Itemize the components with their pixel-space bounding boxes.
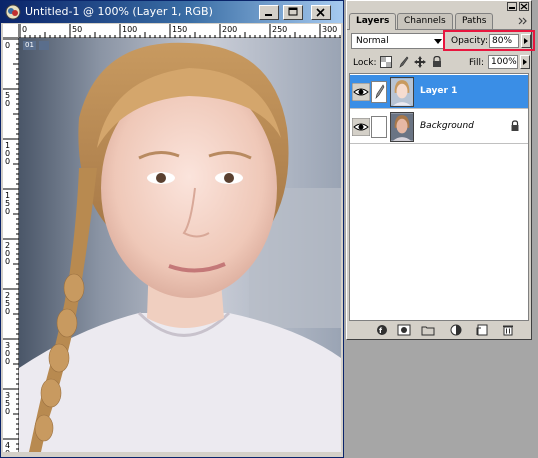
palette-close-icon[interactable]	[519, 2, 529, 11]
layer-link-box[interactable]	[371, 116, 387, 138]
layer-name[interactable]: Layer 1	[420, 86, 457, 96]
opacity-control: Opacity: 80%	[443, 30, 535, 51]
vertical-ruler[interactable]: 050100150200250300350400	[3, 38, 19, 458]
ruler-label: 300	[322, 25, 337, 34]
lock-icon	[511, 120, 519, 131]
slice-badge: 01	[23, 41, 36, 50]
ruler-label: 100	[122, 25, 137, 34]
layer-edit-indicator[interactable]	[371, 81, 387, 103]
layer-row-background[interactable]: Background	[350, 110, 528, 144]
ruler-corner[interactable]	[3, 24, 19, 38]
opacity-slider-button[interactable]	[521, 34, 531, 48]
image-canvas[interactable]: 01	[19, 38, 341, 452]
palette-menu-icon[interactable]	[517, 15, 529, 27]
layers-palette: Layers Channels Paths Normal Opacity: 80…	[346, 0, 535, 340]
chevron-down-icon	[434, 39, 442, 44]
brush-lock-icon[interactable]	[397, 56, 409, 68]
tab-layers[interactable]: Layers	[349, 13, 397, 30]
lock-transparency-icon[interactable]	[380, 56, 392, 68]
ruler-label: 0	[5, 449, 10, 452]
palette-footer: f	[347, 321, 531, 339]
fill-input[interactable]: 100%	[488, 55, 518, 69]
horizontal-ruler-ticks: 0 50 100 150 200 250 300	[19, 24, 341, 38]
tab-channels[interactable]: Channels	[397, 13, 453, 29]
minimize-icon	[265, 14, 272, 16]
lock-label: Lock:	[353, 58, 377, 68]
folder-icon[interactable]	[421, 324, 435, 336]
ruler-label: 0	[5, 99, 10, 108]
brush-icon	[375, 84, 385, 99]
new-layer-icon[interactable]	[475, 324, 489, 336]
ruler-label: 150	[172, 25, 187, 34]
background-thumbnail	[390, 112, 414, 142]
opacity-label: Opacity:	[451, 36, 488, 46]
ruler-label: 0	[5, 41, 10, 50]
layer-list: Layer 1 Background	[349, 73, 529, 321]
layer-row-layer-1[interactable]: Layer 1	[350, 75, 528, 109]
ruler-label: 0	[5, 207, 10, 216]
eye-icon[interactable]	[352, 118, 370, 136]
tab-paths[interactable]: Paths	[455, 13, 494, 29]
layer-style-icon[interactable]: f	[375, 324, 389, 336]
maximize-button[interactable]	[283, 5, 303, 20]
ruler-label: 250	[272, 25, 287, 34]
ruler-label: 0	[5, 257, 10, 266]
palette-minimize-icon[interactable]	[507, 2, 517, 11]
layer-name[interactable]: Background	[420, 121, 474, 131]
lock-all-icon[interactable]	[431, 56, 443, 68]
layer-mask-icon[interactable]	[397, 324, 411, 336]
adjustment-layer-icon[interactable]	[449, 324, 463, 336]
triangle-right-icon	[523, 59, 527, 65]
ruler-label: 50	[72, 25, 82, 34]
fill-label: Fill:	[469, 58, 485, 68]
opacity-input[interactable]: 80%	[489, 34, 519, 48]
ruler-label: 0	[5, 157, 10, 166]
vertical-ruler-ticks: 050100150200250300350400	[3, 38, 19, 458]
document-title: Untitled-1 @ 100% (Layer 1, RGB)	[25, 5, 213, 18]
horizontal-ruler[interactable]: 0 50 100 150 200 250 300	[19, 24, 341, 38]
portrait-photo	[19, 38, 341, 452]
trash-icon[interactable]	[501, 324, 515, 336]
triangle-right-icon	[524, 38, 528, 44]
move-lock-icon[interactable]	[414, 56, 426, 68]
ruler-label: 200	[222, 25, 237, 34]
blend-mode-value: Normal	[356, 36, 389, 46]
ruler-label: 0	[5, 407, 10, 416]
blend-mode-select[interactable]: Normal	[351, 33, 445, 49]
close-icon	[316, 8, 325, 17]
ruler-label: 0	[22, 25, 27, 34]
layer-1-thumbnail	[390, 77, 414, 107]
ruler-label: 0	[5, 307, 10, 316]
document-window: Untitled-1 @ 100% (Layer 1, RGB) 0 50 100 1…	[0, 0, 344, 458]
slice-options-icon	[39, 41, 49, 50]
maximize-icon	[288, 7, 298, 16]
ruler-label: 0	[5, 357, 10, 366]
photoshop-app-icon	[5, 4, 21, 20]
palette-titlebar[interactable]	[347, 1, 531, 13]
minimize-button[interactable]	[259, 5, 279, 20]
document-titlebar[interactable]: Untitled-1 @ 100% (Layer 1, RGB)	[1, 1, 343, 23]
close-button[interactable]	[311, 5, 331, 20]
eye-icon[interactable]	[352, 83, 370, 101]
fill-slider-button[interactable]	[520, 55, 530, 69]
